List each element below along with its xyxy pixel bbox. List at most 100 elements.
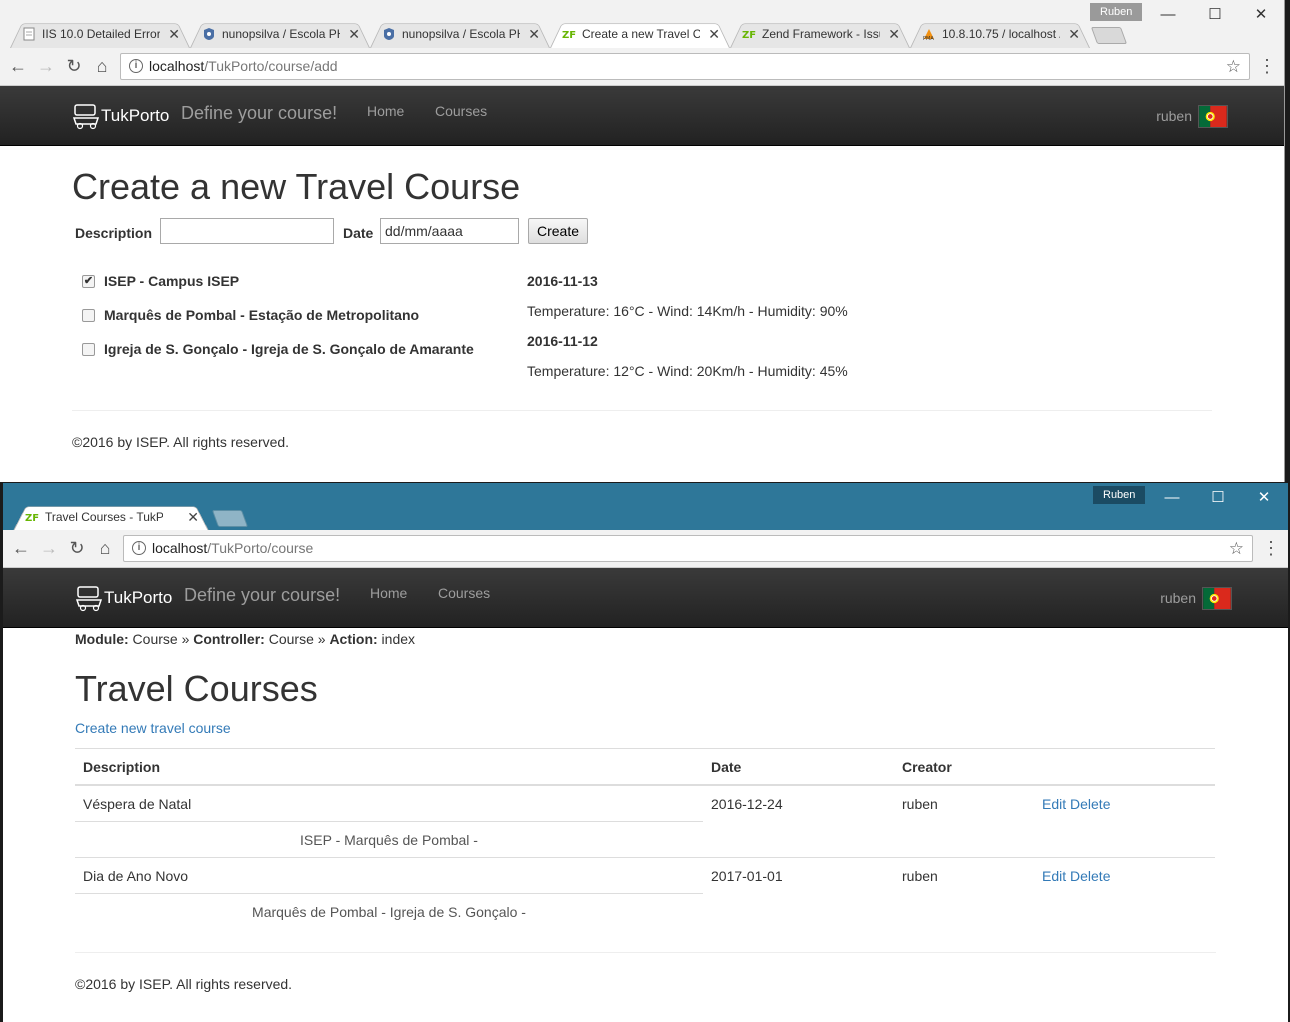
tab-iis-error[interactable]: IIS 10.0 Detailed Error ✕ bbox=[10, 19, 190, 48]
courses-table: Description Date Creator Véspera de Nata… bbox=[75, 748, 1215, 929]
tab-label: nunopsilva / Escola PH bbox=[222, 27, 340, 41]
info-icon[interactable]: i bbox=[132, 541, 146, 555]
home-icon[interactable]: ⌂ bbox=[93, 536, 117, 560]
url-path: /TukPorto/course/add bbox=[204, 58, 338, 74]
footer-divider bbox=[72, 410, 1212, 411]
tab-create-course[interactable]: ZF Create a new Travel Co ✕ bbox=[550, 19, 730, 48]
column-header bbox=[1034, 748, 1215, 786]
edit-link[interactable]: Edit bbox=[1042, 796, 1066, 812]
portugal-flag-icon[interactable] bbox=[1198, 105, 1228, 128]
delete-link[interactable]: Delete bbox=[1070, 796, 1110, 812]
column-header: Creator bbox=[894, 748, 1034, 786]
checkbox[interactable] bbox=[82, 309, 95, 322]
site-navbar: TukPorto Define your course! Home Course… bbox=[0, 86, 1284, 146]
pma-icon: PMA bbox=[923, 29, 934, 41]
close-icon[interactable]: ✕ bbox=[1068, 19, 1080, 48]
bookmark-star-icon[interactable]: ☆ bbox=[1229, 536, 1244, 561]
create-course-link[interactable]: Create new travel course bbox=[75, 720, 231, 736]
address-bar[interactable]: i localhost/TukPorto/course/add ☆ bbox=[120, 53, 1250, 80]
minimize-icon[interactable]: — bbox=[1149, 483, 1195, 513]
reload-icon[interactable]: ↻ bbox=[62, 54, 86, 78]
zend-icon: ZF bbox=[562, 30, 576, 41]
nav-home-link[interactable]: Home bbox=[367, 103, 404, 119]
tab-label: Create a new Travel Co bbox=[582, 27, 700, 41]
new-tab-button[interactable] bbox=[211, 510, 249, 527]
profile-badge[interactable]: Ruben bbox=[1090, 3, 1143, 21]
tab-repo-1[interactable]: nunopsilva / Escola PH ✕ bbox=[190, 19, 370, 48]
browser-toolbar: ← → ↻ ⌂ i localhost/TukPorto/course ☆ ⋮ bbox=[3, 530, 1288, 568]
weather-date: 2016-11-13 bbox=[527, 273, 598, 289]
column-header: Description bbox=[75, 748, 703, 786]
controller-value: Course bbox=[268, 631, 314, 647]
title-bar: ZF Travel Courses - TukPorto ✕ Ruben — ☐… bbox=[3, 483, 1288, 531]
reload-icon[interactable]: ↻ bbox=[65, 536, 89, 560]
close-icon[interactable]: ✕ bbox=[187, 502, 199, 531]
date-input[interactable]: dd/mm/aaaa bbox=[380, 218, 519, 244]
home-icon[interactable]: ⌂ bbox=[90, 54, 114, 78]
svg-text:ZF: ZF bbox=[25, 513, 39, 524]
nav-user[interactable]: ruben bbox=[1156, 108, 1192, 124]
nav-courses-link[interactable]: Courses bbox=[435, 103, 487, 119]
profile-badge[interactable]: Ruben bbox=[1093, 486, 1146, 504]
maximize-icon[interactable]: ☐ bbox=[1195, 483, 1241, 513]
location-label: Igreja de S. Gonçalo - Igreja de S. Gonç… bbox=[104, 341, 474, 357]
controller-label: Controller: bbox=[193, 631, 265, 647]
page-content: Module: Course » Controller: Course » Ac… bbox=[75, 629, 1216, 1022]
course-creator: ruben bbox=[894, 784, 1034, 858]
info-icon[interactable]: i bbox=[129, 59, 143, 73]
course-actions: Edit Delete bbox=[1034, 857, 1215, 929]
checkbox-checked[interactable]: ✔ bbox=[82, 275, 95, 288]
table-header-row: Description Date Creator bbox=[75, 748, 1215, 786]
tab-zend-issues[interactable]: ZF Zend Framework - Issu ✕ bbox=[730, 19, 910, 48]
close-window-icon[interactable]: ✕ bbox=[1241, 483, 1287, 513]
tab-repo-2[interactable]: nunopsilva / Escola PH ✕ bbox=[370, 19, 550, 48]
url-host: localhost bbox=[149, 58, 205, 74]
address-bar[interactable]: i localhost/TukPorto/course ☆ bbox=[123, 535, 1253, 562]
new-tab-button[interactable] bbox=[1090, 27, 1128, 44]
course-date: 2017-01-01 bbox=[703, 857, 894, 929]
delete-link[interactable]: Delete bbox=[1070, 868, 1110, 884]
description-input[interactable] bbox=[160, 218, 334, 244]
tab-label: 10.8.10.75 / localhost / bbox=[942, 27, 1060, 41]
close-icon[interactable]: ✕ bbox=[528, 19, 540, 48]
tab-phpmyadmin[interactable]: PMA 10.8.10.75 / localhost / ✕ bbox=[910, 19, 1090, 48]
create-button[interactable]: Create bbox=[528, 218, 589, 244]
column-header: Date bbox=[703, 748, 894, 786]
action-value: index bbox=[381, 631, 416, 647]
description-label: Description bbox=[75, 225, 153, 241]
nav-courses-link[interactable]: Courses bbox=[438, 585, 490, 601]
nav-home-link[interactable]: Home bbox=[370, 585, 407, 601]
close-icon[interactable]: ✕ bbox=[168, 19, 180, 48]
back-icon[interactable]: ← bbox=[9, 536, 33, 560]
weather-info: Temperature: 12°C - Wind: 20Km/h - Humid… bbox=[527, 363, 848, 379]
checkbox[interactable] bbox=[82, 343, 95, 356]
tab-travel-courses[interactable]: ZF Travel Courses - TukPorto ✕ bbox=[13, 502, 209, 531]
edit-link[interactable]: Edit bbox=[1042, 868, 1066, 884]
tab-label: Travel Courses - TukPorto bbox=[45, 510, 163, 524]
close-icon[interactable]: ✕ bbox=[888, 19, 900, 48]
minimize-icon[interactable]: — bbox=[1145, 0, 1191, 30]
footer-divider bbox=[75, 952, 1216, 953]
menu-icon[interactable]: ⋮ bbox=[1262, 536, 1280, 560]
footer-text: ©2016 by ISEP. All rights reserved. bbox=[75, 976, 293, 992]
weather-info: Temperature: 16°C - Wind: 14Km/h - Humid… bbox=[527, 303, 848, 319]
back-icon[interactable]: ← bbox=[6, 54, 30, 78]
location-label: Marquês de Pombal - Estação de Metropoli… bbox=[104, 307, 420, 323]
close-window-icon[interactable]: ✕ bbox=[1238, 0, 1284, 30]
close-icon[interactable]: ✕ bbox=[708, 19, 720, 48]
maximize-icon[interactable]: ☐ bbox=[1192, 0, 1238, 30]
menu-icon[interactable]: ⋮ bbox=[1258, 54, 1276, 78]
title-bar: IIS 10.0 Detailed Error ✕ nunopsilva / E… bbox=[0, 0, 1284, 48]
portugal-flag-icon[interactable] bbox=[1202, 587, 1232, 610]
url-host: localhost bbox=[152, 540, 208, 556]
course-route: Marquês de Pombal - Igreja de S. Gonçalo… bbox=[75, 893, 703, 929]
location-label: ISEP - Campus ISEP bbox=[104, 273, 240, 289]
bookmark-star-icon[interactable]: ☆ bbox=[1226, 54, 1241, 79]
close-icon[interactable]: ✕ bbox=[348, 19, 360, 48]
course-creator: ruben bbox=[894, 857, 1034, 929]
svg-text:ZF: ZF bbox=[562, 30, 576, 41]
forward-icon[interactable]: → bbox=[37, 536, 61, 560]
breadcrumb-separator: » bbox=[317, 631, 326, 647]
nav-user[interactable]: ruben bbox=[1160, 590, 1196, 606]
forward-icon[interactable]: → bbox=[34, 54, 58, 78]
